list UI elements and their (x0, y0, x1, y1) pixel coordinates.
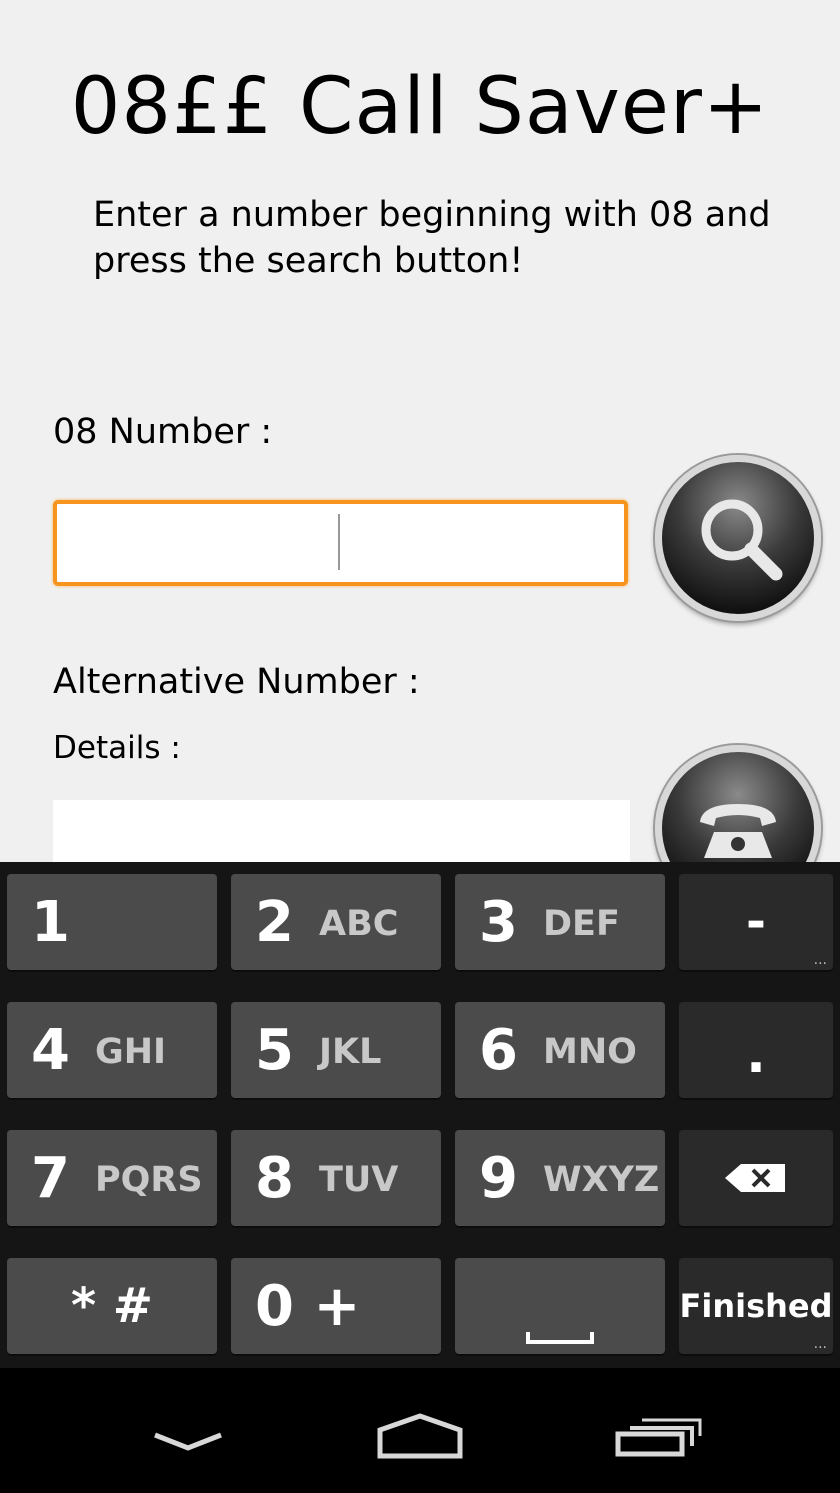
recent-apps-button[interactable] (580, 1368, 730, 1493)
key-3[interactable]: 3 DEF (455, 874, 665, 970)
key-symbol: - (746, 894, 766, 950)
text-caret (338, 514, 340, 570)
key-letters: ABC (319, 904, 399, 944)
search-icon (701, 499, 783, 581)
key-letters: MNO (543, 1032, 637, 1072)
key-symbol: . (746, 1025, 766, 1085)
key-0[interactable]: 0 + (231, 1258, 441, 1354)
instructions-text: Enter a number beginning with 08 and pre… (93, 195, 771, 281)
recent-apps-icon (615, 1418, 702, 1457)
backspace-icon (725, 1164, 785, 1192)
key-7[interactable]: 7 PQRS (7, 1130, 217, 1226)
alternative-number-label: Alternative Number : (53, 662, 420, 702)
key-6[interactable]: 6 MNO (455, 1002, 665, 1098)
space-icon (526, 1332, 594, 1344)
key-letters: WXYZ (543, 1160, 660, 1200)
key-period[interactable]: . (679, 1002, 833, 1098)
key-backspace[interactable] (679, 1130, 833, 1226)
key-dash[interactable]: - ... (679, 874, 833, 970)
key-space[interactable] (455, 1258, 665, 1354)
key-digit: 8 (255, 1146, 294, 1211)
key-digit: 5 (255, 1018, 294, 1083)
key-digit: 9 (479, 1146, 518, 1211)
details-label: Details : (53, 730, 181, 766)
finished-label: Finished (679, 1287, 833, 1325)
back-button[interactable] (113, 1368, 263, 1493)
home-icon (377, 1413, 463, 1459)
key-letters: GHI (95, 1032, 167, 1072)
key-digit: 0 + (255, 1274, 361, 1339)
key-digit: 7 (31, 1146, 70, 1211)
number-label: 08 Number : (53, 412, 273, 452)
key-digit: 2 (255, 890, 294, 955)
key-5[interactable]: 5 JKL (231, 1002, 441, 1098)
key-letters: DEF (543, 904, 620, 944)
more-indicator: ... (813, 952, 827, 968)
home-button[interactable] (345, 1368, 495, 1493)
navigation-bar (0, 1368, 840, 1493)
key-digit: 4 (31, 1018, 70, 1083)
key-star-hash[interactable]: * # (7, 1258, 217, 1354)
key-digit: 1 (31, 890, 70, 955)
key-1[interactable]: 1 (7, 874, 217, 970)
key-digit: 3 (479, 890, 518, 955)
search-button[interactable] (655, 455, 821, 621)
numeric-keyboard: 1 2 ABC 3 DEF - ... 4 GHI 5 JKL 6 MNO . … (0, 862, 840, 1368)
number-input[interactable] (53, 500, 628, 586)
details-box (53, 800, 630, 870)
key-letters: JKL (319, 1032, 382, 1072)
key-symbol: * # (70, 1278, 154, 1334)
finished-key[interactable]: Finished ... (679, 1258, 833, 1354)
app-title: 08££ Call Saver+ (70, 62, 770, 152)
key-8[interactable]: 8 TUV (231, 1130, 441, 1226)
key-digit: 6 (479, 1018, 518, 1083)
key-4[interactable]: 4 GHI (7, 1002, 217, 1098)
chevron-down-icon (154, 1432, 222, 1451)
key-9[interactable]: 9 WXYZ (455, 1130, 665, 1226)
key-letters: TUV (319, 1160, 399, 1200)
more-indicator: ... (813, 1336, 827, 1352)
key-2[interactable]: 2 ABC (231, 874, 441, 970)
key-letters: PQRS (95, 1160, 203, 1200)
